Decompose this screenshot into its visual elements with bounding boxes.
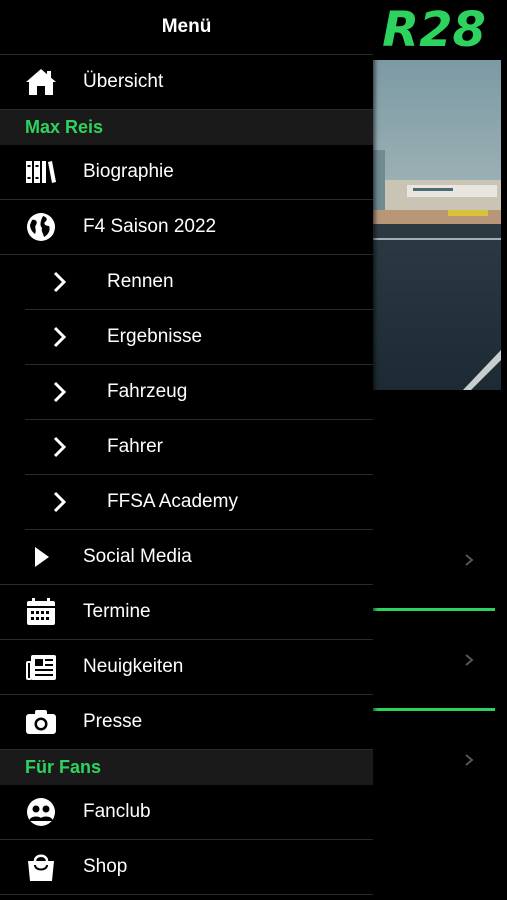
submenu-item-vehicle[interactable]: Fahrzeug — [25, 365, 373, 420]
users-icon — [24, 795, 58, 829]
camera-icon — [24, 705, 58, 739]
drawer-title: Menü — [0, 0, 373, 55]
race-track-image — [373, 60, 501, 390]
shopping-bag-icon — [24, 850, 58, 884]
submenu-item-results[interactable]: Ergebnisse — [25, 310, 373, 365]
submenu-item-driver[interactable]: Fahrer — [25, 420, 373, 475]
submenu-item-label: Fahrer — [107, 436, 163, 457]
submenu-item-label: Ergebnisse — [107, 326, 203, 347]
menu-item-social-media[interactable]: Social Media — [0, 530, 373, 585]
calendar-icon — [24, 595, 58, 629]
submenu-item-label: Rennen — [107, 271, 174, 292]
menu-item-season[interactable]: F4 Saison 2022 — [0, 200, 373, 255]
chevron-right-icon — [49, 430, 69, 464]
divider-line — [373, 708, 495, 711]
menu-item-appointments[interactable]: Termine — [0, 585, 373, 640]
chevron-right-icon[interactable] — [462, 653, 476, 667]
menu-item-label: Social Media — [83, 546, 192, 567]
home-icon — [24, 65, 58, 99]
menu-item-label: Neuigkeiten — [83, 656, 184, 677]
menu-item-label: Biographie — [83, 161, 174, 182]
menu-item-shop[interactable]: Shop — [0, 840, 373, 895]
navigation-drawer: Menü Übersicht Max Reis Biographie F4 Sa… — [0, 0, 373, 900]
books-icon — [24, 155, 58, 189]
menu-item-biography[interactable]: Biographie — [0, 145, 373, 200]
menu-item-label: Übersicht — [83, 71, 164, 92]
play-icon — [24, 540, 58, 574]
section-header-max-reis: Max Reis — [0, 110, 373, 145]
svg-text:R28: R28 — [382, 4, 486, 52]
menu-item-overview[interactable]: Übersicht — [0, 55, 373, 110]
submenu-item-races[interactable]: Rennen — [25, 255, 373, 310]
globe-icon — [24, 210, 58, 244]
chevron-right-icon[interactable] — [462, 553, 476, 567]
chevron-right-icon — [49, 265, 69, 299]
menu-item-press[interactable]: Presse — [0, 695, 373, 750]
menu-item-label: Fanclub — [83, 801, 151, 822]
menu-item-news[interactable]: Neuigkeiten — [0, 640, 373, 695]
chevron-right-icon — [49, 485, 69, 519]
menu-item-label: Termine — [83, 601, 151, 622]
menu-item-label: F4 Saison 2022 — [83, 216, 217, 237]
submenu-item-label: FFSA Academy — [107, 491, 238, 512]
chevron-right-icon — [49, 320, 69, 354]
r28-logo: R28 — [382, 4, 486, 52]
section-header-fans: Für Fans — [0, 750, 373, 785]
menu-item-fanclub[interactable]: Fanclub — [0, 785, 373, 840]
menu-item-label: Presse — [83, 711, 143, 732]
newspaper-icon — [24, 650, 58, 684]
chevron-right-icon — [49, 375, 69, 409]
chevron-right-icon[interactable] — [462, 753, 476, 767]
submenu-item-ffsa-academy[interactable]: FFSA Academy — [25, 475, 373, 530]
divider-line — [373, 608, 495, 611]
submenu-item-label: Fahrzeug — [107, 381, 188, 402]
menu-item-label: Shop — [83, 856, 128, 877]
